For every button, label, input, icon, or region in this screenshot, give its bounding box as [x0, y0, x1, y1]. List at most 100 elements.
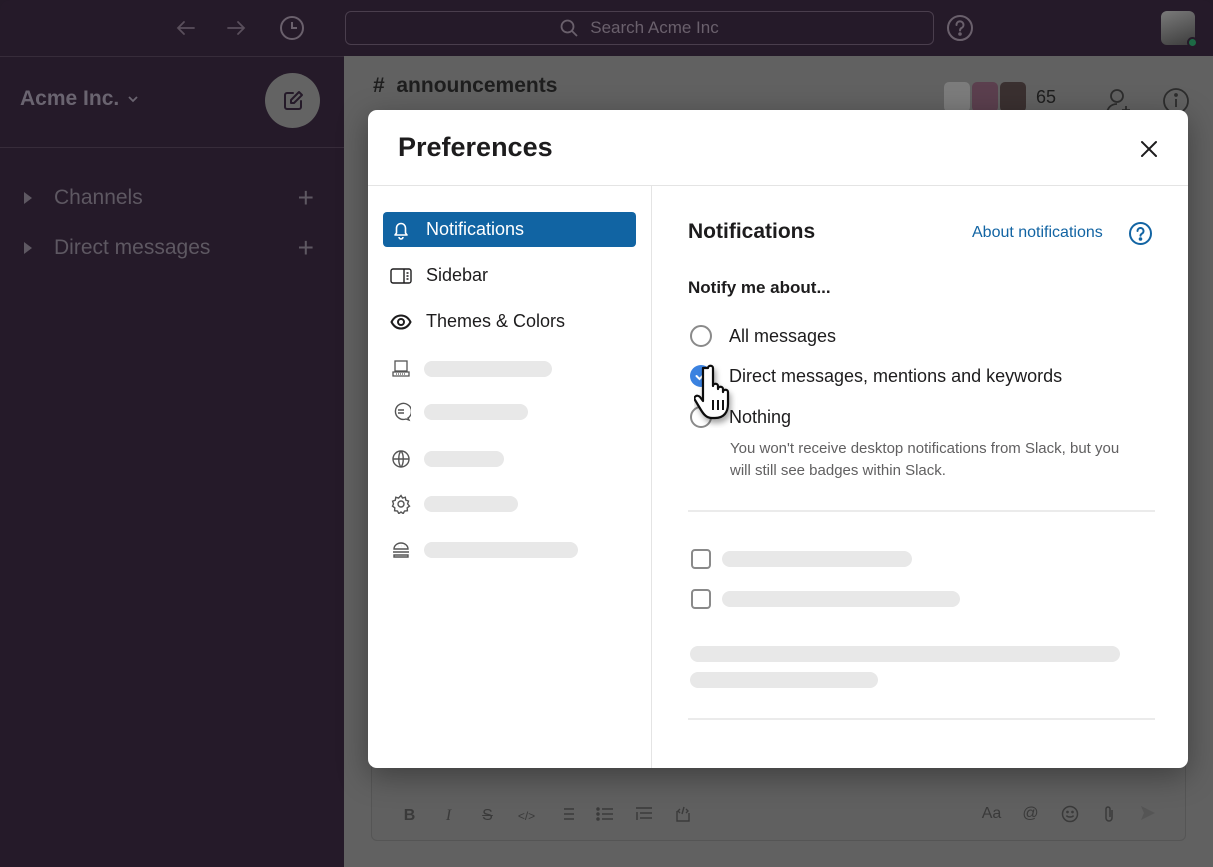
radio-label: All messages — [729, 325, 837, 346]
radio-button[interactable] — [690, 325, 712, 347]
nav-label: Sidebar — [426, 265, 489, 285]
bold-button[interactable]: B — [390, 807, 429, 825]
nav-item-sidebar[interactable]: Sidebar — [383, 258, 636, 293]
caret-right-icon — [24, 192, 32, 204]
sidebar-section-channels[interactable]: Channels + — [24, 184, 314, 212]
eye-icon — [390, 313, 412, 330]
channel-name: announcements — [396, 74, 558, 97]
nav-item-placeholder[interactable] — [383, 532, 636, 567]
sidebar: Acme Inc. Channels + Direct messages + — [0, 56, 344, 867]
sidebar-section-direct-messages[interactable]: Direct messages + — [24, 234, 314, 262]
nav-item-themes[interactable]: Themes & Colors — [383, 304, 636, 339]
about-notifications-link[interactable]: About notifications — [972, 224, 1103, 242]
clock-icon — [280, 16, 304, 40]
question-circle-icon — [947, 15, 973, 41]
text-format-button[interactable]: Aa — [972, 805, 1011, 828]
search-placeholder: Search Acme Inc — [590, 18, 719, 37]
arrow-left-icon — [176, 21, 195, 35]
message-bubble-icon — [394, 402, 411, 421]
attach-button[interactable] — [1089, 805, 1128, 828]
nav-item-placeholder[interactable] — [383, 486, 636, 521]
loading-placeholder — [690, 672, 878, 688]
radio-direct-mentions[interactable]: Direct messages, mentions and keywords — [690, 365, 1062, 387]
bell-icon — [394, 222, 408, 240]
ordered-list-icon — [563, 807, 574, 820]
ordered-list-button[interactable] — [546, 806, 585, 827]
section-divider — [688, 718, 1155, 720]
code-button[interactable]: </> — [507, 809, 546, 823]
help-button[interactable] — [946, 14, 974, 42]
radio-nothing[interactable]: Nothing — [690, 406, 791, 428]
preferences-modal: Preferences Notifications Sidebar Themes… — [368, 110, 1188, 768]
send-button[interactable] — [1128, 805, 1167, 828]
radio-label: Nothing — [729, 406, 792, 427]
loading-placeholder — [690, 646, 1120, 662]
checkbox[interactable] — [691, 589, 711, 609]
caret-right-icon — [24, 242, 32, 254]
nothing-description: You won't receive desktop notifications … — [730, 440, 1120, 479]
nav-label: Themes & Colors — [426, 311, 566, 331]
loading-placeholder — [424, 495, 518, 512]
emoji-button[interactable] — [1050, 805, 1089, 828]
notifications-panel: Notifications About notifications Notify… — [653, 186, 1188, 768]
close-button[interactable] — [1136, 136, 1162, 162]
nav-item-notifications[interactable]: Notifications — [383, 212, 636, 247]
compose-button[interactable] — [265, 73, 320, 128]
radio-all-messages[interactable]: All messages — [690, 325, 836, 347]
nav-item-placeholder[interactable] — [383, 351, 636, 386]
search-icon — [560, 19, 578, 37]
nav-item-placeholder[interactable] — [383, 441, 636, 476]
radio-label: Direct messages, mentions and keywords — [729, 365, 1063, 386]
code-block-icon — [675, 806, 690, 822]
code-block-button[interactable] — [663, 805, 702, 828]
channel-title[interactable]: # announcements — [373, 74, 557, 98]
gear-icon — [391, 493, 411, 514]
channel-hash-icon: # — [373, 74, 385, 97]
checkbox[interactable] — [691, 549, 711, 569]
user-avatar[interactable] — [1161, 11, 1198, 48]
sidebar-divider — [0, 147, 344, 148]
bulleted-list-button[interactable] — [585, 806, 624, 827]
checkmark-icon — [695, 372, 707, 381]
online-status-indicator — [1187, 37, 1198, 48]
bulleted-list-icon — [595, 806, 613, 821]
compose-icon — [283, 90, 303, 110]
search-input[interactable]: Search Acme Inc — [345, 11, 934, 45]
member-count: 65 — [1036, 86, 1057, 107]
mention-button[interactable]: @ — [1011, 805, 1050, 828]
question-circle-icon — [1129, 222, 1152, 245]
modal-header: Preferences — [368, 110, 1188, 186]
preferences-nav: Notifications Sidebar Themes & Colors — [368, 186, 652, 768]
section-label: Channels — [54, 186, 143, 209]
member-avatar — [972, 82, 998, 112]
radio-button-checked[interactable] — [690, 365, 712, 387]
history-button[interactable] — [278, 14, 306, 42]
channel-members[interactable]: 65 — [944, 82, 1056, 112]
section-title: Notifications — [688, 220, 816, 243]
top-bar: Search Acme Inc — [0, 0, 1213, 56]
italic-button[interactable]: I — [429, 807, 468, 825]
loading-placeholder — [722, 591, 960, 607]
add-dm-button[interactable]: + — [298, 234, 314, 262]
checkbox-placeholder-row[interactable] — [691, 549, 912, 569]
composer-actions: Aa @ — [972, 805, 1167, 828]
add-channel-button[interactable]: + — [298, 184, 314, 212]
member-avatar — [1000, 82, 1026, 112]
checkbox-placeholder-row[interactable] — [691, 589, 960, 609]
radio-button[interactable] — [690, 406, 712, 428]
accessibility-icon — [393, 541, 409, 558]
workspace-switcher[interactable]: Acme Inc. — [20, 87, 139, 111]
loading-placeholder — [424, 541, 578, 558]
arrow-right-icon — [227, 21, 246, 35]
strikethrough-button[interactable]: S — [468, 807, 507, 825]
nav-item-placeholder[interactable] — [383, 394, 636, 429]
notifications-help-button[interactable] — [1128, 221, 1153, 246]
loading-placeholder — [424, 403, 528, 420]
blockquote-button[interactable] — [624, 806, 663, 827]
workspace-name: Acme Inc. — [20, 87, 120, 110]
forward-button[interactable] — [222, 14, 250, 42]
back-button[interactable] — [172, 14, 200, 42]
nav-label: Notifications — [426, 219, 525, 239]
section-label: Direct messages — [54, 236, 211, 259]
close-icon — [1141, 141, 1157, 157]
